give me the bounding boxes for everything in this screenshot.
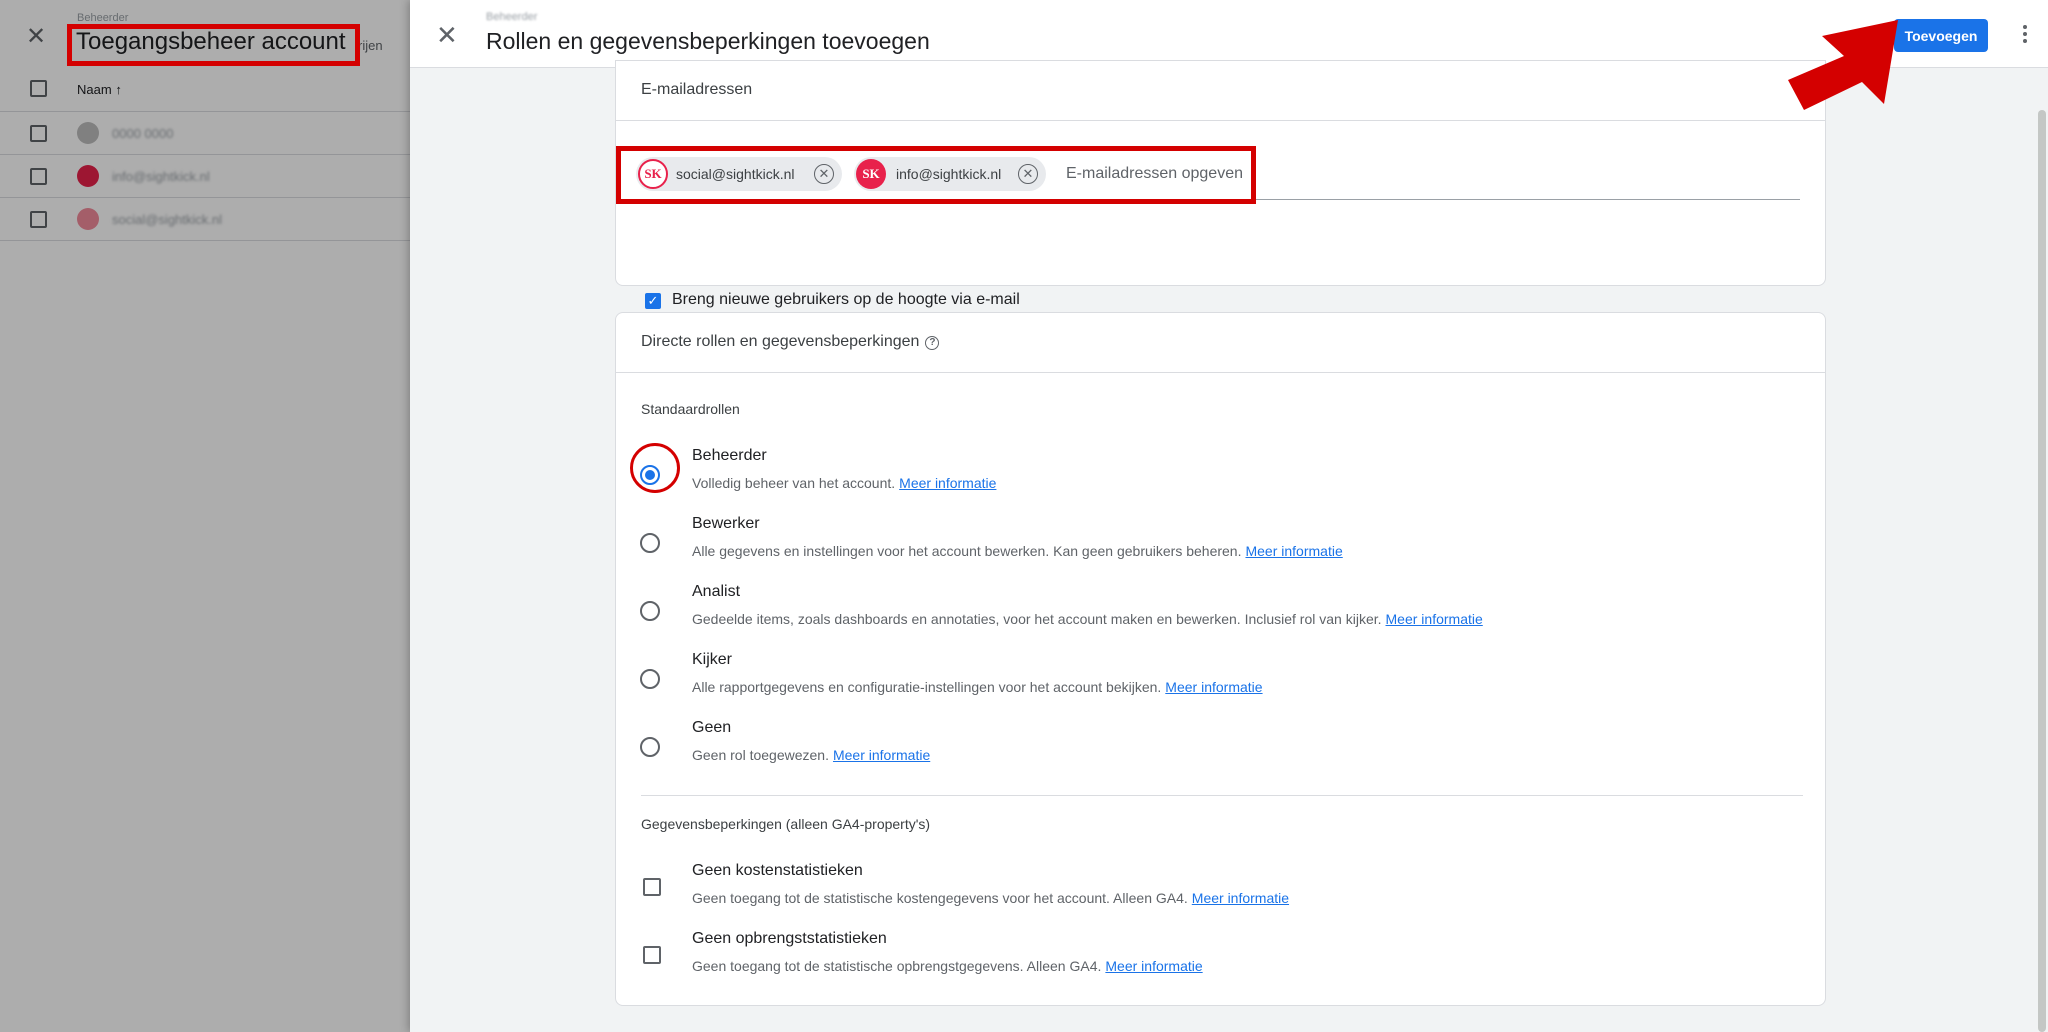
more-info-link[interactable]: Meer informatie bbox=[1245, 543, 1342, 559]
role-name: Kijker bbox=[692, 651, 733, 668]
role-description: Geen rol toegewezen. Meer informatie bbox=[692, 747, 931, 763]
role-option-geen[interactable]: Geen Geen rol toegewezen. Meer informatie bbox=[616, 719, 1827, 783]
remove-chip-icon[interactable]: ✕ bbox=[1018, 164, 1038, 184]
role-name: Geen bbox=[692, 719, 732, 736]
role-name: Analist bbox=[692, 583, 741, 600]
radio-beheerder[interactable] bbox=[640, 465, 660, 485]
email-input[interactable] bbox=[1066, 160, 1366, 188]
email-chip-input[interactable]: SK social@sightkick.nl ✕ SK info@sightki… bbox=[636, 148, 1800, 200]
scrim-overlay[interactable] bbox=[0, 0, 410, 1032]
role-description: Volledig beheer van het account. Meer inf… bbox=[692, 475, 997, 491]
role-option-analist[interactable]: Analist Gedeelde items, zoals dashboards… bbox=[616, 583, 1827, 647]
role-option-bewerker[interactable]: Bewerker Alle gegevens en instellingen v… bbox=[616, 515, 1827, 579]
more-info-link[interactable]: Meer informatie bbox=[833, 747, 930, 763]
email-chip[interactable]: SK social@sightkick.nl ✕ bbox=[636, 157, 842, 191]
avatar: SK bbox=[638, 159, 668, 189]
roles-card: Directe rollen en gegevensbeperkingen? S… bbox=[615, 312, 1826, 1006]
more-info-link[interactable]: Meer informatie bbox=[1192, 890, 1289, 906]
role-description: Gedeelde items, zoals dashboards en anno… bbox=[692, 611, 1483, 627]
more-vert-icon[interactable] bbox=[2015, 22, 2035, 48]
more-info-link[interactable]: Meer informatie bbox=[1105, 958, 1202, 974]
standard-roles-label: Standaardrollen bbox=[641, 401, 740, 417]
add-button[interactable]: Toevoegen bbox=[1894, 19, 1988, 52]
restriction-revenue-metrics[interactable]: Geen opbrengststatistieken Geen toegang … bbox=[616, 930, 1827, 994]
more-info-link[interactable]: Meer informatie bbox=[1386, 611, 1483, 627]
radio-bewerker[interactable] bbox=[640, 533, 660, 553]
remove-chip-icon[interactable]: ✕ bbox=[814, 164, 834, 184]
breadcrumb: Beheerder bbox=[486, 11, 538, 23]
role-option-beheerder[interactable]: Beheerder Volledig beheer van het accoun… bbox=[616, 447, 1827, 511]
chip-email: info@sightkick.nl bbox=[896, 166, 1002, 182]
checkbox-no-cost-metrics[interactable] bbox=[643, 878, 661, 896]
email-card: E-mailadressen SK social@sightkick.nl ✕ … bbox=[615, 60, 1826, 309]
radio-kijker[interactable] bbox=[640, 669, 660, 689]
email-card-header: E-mailadressen bbox=[616, 61, 1825, 121]
more-info-link[interactable]: Meer informatie bbox=[899, 475, 996, 491]
data-restrictions-label: Gegevensbeperkingen (alleen GA4-property… bbox=[641, 816, 931, 832]
email-chip[interactable]: SK info@sightkick.nl ✕ bbox=[854, 157, 1046, 191]
more-info-link[interactable]: Meer informatie bbox=[1165, 679, 1262, 695]
role-option-kijker[interactable]: Kijker Alle rapportgegevens en configura… bbox=[616, 651, 1827, 715]
notify-checkbox[interactable]: ✓ bbox=[645, 293, 661, 309]
roles-section-title: Directe rollen en gegevensbeperkingen? bbox=[641, 333, 940, 351]
restriction-name: Geen opbrengststatistieken bbox=[692, 930, 887, 947]
divider bbox=[641, 795, 1803, 796]
close-icon[interactable]: ✕ bbox=[436, 20, 458, 51]
restriction-cost-metrics[interactable]: Geen kostenstatistieken Geen toegang tot… bbox=[616, 862, 1827, 926]
restriction-description: Geen toegang tot de statistische opbreng… bbox=[692, 958, 1203, 974]
scrollbar[interactable] bbox=[2038, 110, 2046, 1032]
side-panel: ✕ Beheerder Rollen en gegevensbeperkinge… bbox=[410, 0, 2048, 1032]
notify-label: Breng nieuwe gebruikers op de hoogte via… bbox=[672, 291, 1020, 308]
restriction-name: Geen kostenstatistieken bbox=[692, 862, 863, 879]
role-description: Alle rapportgegevens en configuratie-ins… bbox=[692, 679, 1263, 695]
restriction-description: Geen toegang tot de statistische kosteng… bbox=[692, 890, 1290, 906]
role-name: Beheerder bbox=[692, 447, 767, 464]
checkbox-no-revenue-metrics[interactable] bbox=[643, 946, 661, 964]
arrow-icon bbox=[1788, 20, 1898, 110]
radio-geen[interactable] bbox=[640, 737, 660, 757]
radio-analist[interactable] bbox=[640, 601, 660, 621]
role-description: Alle gegevens en instellingen voor het a… bbox=[692, 543, 1343, 559]
role-name: Bewerker bbox=[692, 515, 760, 532]
chip-email: social@sightkick.nl bbox=[676, 166, 795, 182]
avatar: SK bbox=[856, 159, 886, 189]
email-section-title: E-mailadressen bbox=[641, 81, 753, 98]
roles-card-header: Directe rollen en gegevensbeperkingen? bbox=[616, 313, 1825, 373]
panel-title: Rollen en gegevensbeperkingen toevoegen bbox=[486, 28, 930, 54]
help-icon[interactable]: ? bbox=[925, 336, 940, 350]
